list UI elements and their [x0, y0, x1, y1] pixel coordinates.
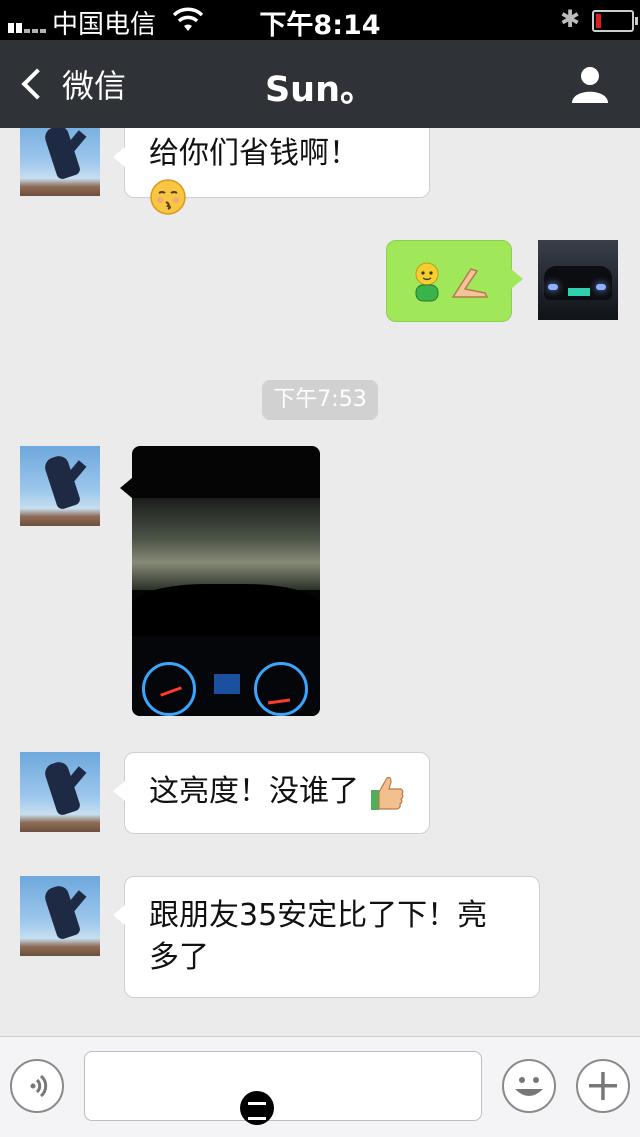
contact-avatar[interactable] [20, 128, 100, 196]
message-list[interactable]: 给你们省钱啊！ 下午7:53 这亮度！没谁了 跟朋友35安定比了下！亮多了 [0, 128, 640, 1036]
battery-low-icon [592, 10, 638, 32]
chat-title: Sun。 [264, 70, 376, 110]
message-timestamp: 下午7:53 [262, 380, 378, 420]
message-input-bar [0, 1036, 640, 1137]
voice-button[interactable] [10, 1059, 64, 1113]
kissing-face-icon [150, 178, 186, 215]
status-time: 下午8:14 [259, 10, 381, 41]
message-text: 这亮度！没谁了 [149, 774, 359, 809]
contact-avatar[interactable] [20, 446, 100, 526]
contact-avatar[interactable] [20, 752, 100, 832]
bluetooth-icon: ✱ [560, 5, 581, 33]
status-bar: 中国电信 下午8:14 ✱ [0, 0, 640, 41]
person-icon[interactable] [570, 64, 610, 104]
more-options-button[interactable] [576, 1059, 630, 1113]
chat-header: 微信 Sun。 [0, 40, 640, 128]
smiley-icon [515, 1077, 543, 1096]
my-avatar[interactable] [538, 240, 618, 320]
battery-level [596, 14, 601, 28]
message-text: 跟朋友35安定比了下！亮多了 [149, 898, 488, 975]
pointing-hand-icon [451, 268, 489, 298]
message-bubble[interactable]: 跟朋友35安定比了下！亮多了 [113, 876, 540, 998]
message-bubble[interactable]: 这亮度！没谁了 [113, 752, 430, 834]
message-bubble-outgoing[interactable] [386, 240, 523, 322]
plus-icon [589, 1072, 617, 1100]
contact-avatar[interactable] [20, 876, 100, 956]
photo-message[interactable] [132, 446, 320, 716]
message-text: 给你们省钱啊！ [149, 136, 359, 171]
message-text-input[interactable] [84, 1051, 482, 1121]
green-figure-icon [415, 262, 439, 302]
emoji-button[interactable] [502, 1059, 556, 1113]
message-bubble[interactable]: 给你们省钱啊！ [113, 128, 430, 215]
watermark-logo [240, 1091, 274, 1125]
voice-icon [30, 1074, 48, 1098]
thumbs-up-icon [370, 776, 403, 810]
